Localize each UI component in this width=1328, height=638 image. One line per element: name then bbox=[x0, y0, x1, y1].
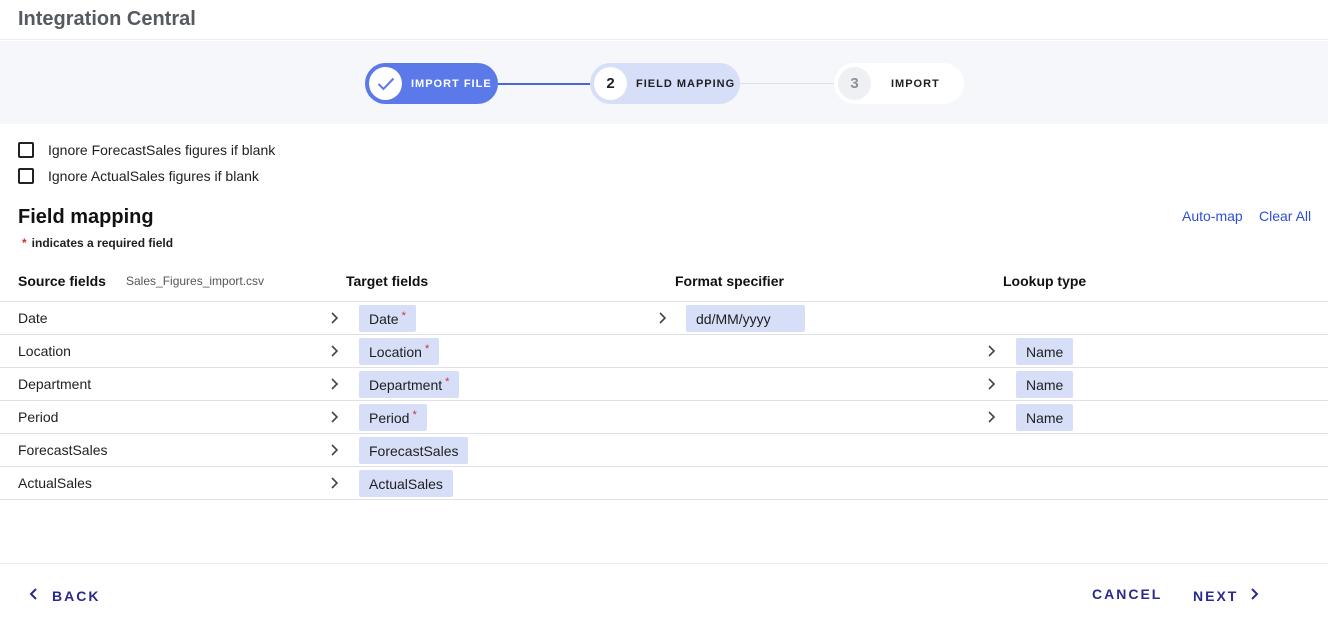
required-note: * indicates a required field bbox=[22, 236, 173, 250]
chevron-right-icon[interactable] bbox=[330, 475, 344, 491]
required-star: * bbox=[445, 375, 450, 388]
mapping-table: Date Date * dd/MM/yyyy Location Location *… bbox=[0, 301, 1328, 500]
format-specifier-value: dd/MM/yyyy bbox=[696, 310, 771, 327]
lookup-type-value: Name bbox=[1026, 343, 1064, 360]
source-field: Location bbox=[18, 343, 71, 359]
required-star: * bbox=[401, 309, 406, 322]
column-header-source: Source fields bbox=[18, 273, 106, 289]
table-row: Period Period * Name bbox=[0, 400, 1328, 433]
stepper: IMPORT FILE 2 FIELD MAPPING 3 IMPORT bbox=[0, 41, 1328, 124]
target-field-chip[interactable]: Date * bbox=[359, 305, 416, 332]
target-field-label: Department bbox=[369, 376, 443, 393]
option-label: Ignore ForecastSales figures if blank bbox=[48, 142, 276, 158]
table-row: Department Department * Name bbox=[0, 367, 1328, 400]
source-field: Department bbox=[18, 376, 92, 392]
table-row: Date Date * dd/MM/yyyy bbox=[0, 301, 1328, 334]
target-field-chip[interactable]: Period * bbox=[359, 404, 427, 431]
footer-divider bbox=[0, 563, 1328, 564]
target-field-label: Date bbox=[369, 310, 399, 327]
checkmark-icon bbox=[369, 67, 402, 100]
chevron-right-icon[interactable] bbox=[987, 409, 1001, 425]
column-header-format: Format specifier bbox=[675, 273, 784, 289]
chevron-right-icon[interactable] bbox=[330, 409, 344, 425]
step-field-mapping[interactable]: 2 FIELD MAPPING bbox=[590, 63, 740, 104]
table-row: Location Location * Name bbox=[0, 334, 1328, 367]
back-button[interactable]: BACK bbox=[28, 586, 100, 605]
option-label: Ignore ActualSales figures if blank bbox=[48, 168, 259, 184]
option-ignore-forecast[interactable]: Ignore ForecastSales figures if blank bbox=[18, 142, 275, 158]
target-field-label: ActualSales bbox=[369, 475, 443, 492]
target-field-chip[interactable]: ForecastSales bbox=[359, 437, 469, 464]
required-star: * bbox=[412, 408, 417, 421]
clear-all-link[interactable]: Clear All bbox=[1259, 208, 1311, 224]
app-title: Integration Central bbox=[18, 8, 196, 30]
option-ignore-actual[interactable]: Ignore ActualSales figures if blank bbox=[18, 168, 259, 184]
next-label: NEXT bbox=[1193, 587, 1239, 604]
target-field-chip[interactable]: Department * bbox=[359, 371, 460, 398]
table-row: ActualSales ActualSales bbox=[0, 466, 1328, 500]
step-connector-pending bbox=[740, 83, 834, 84]
lookup-type-chip[interactable]: Name bbox=[1016, 338, 1074, 365]
lookup-type-chip[interactable]: Name bbox=[1016, 371, 1074, 398]
step-connector-complete bbox=[498, 83, 590, 85]
source-field: ActualSales bbox=[18, 475, 92, 491]
column-header-target: Target fields bbox=[346, 273, 429, 289]
chevron-right-icon[interactable] bbox=[987, 376, 1001, 392]
format-specifier-chip[interactable]: dd/MM/yyyy bbox=[686, 305, 805, 332]
source-field: Period bbox=[18, 409, 59, 425]
cancel-button[interactable]: CANCEL bbox=[1092, 586, 1162, 602]
lookup-type-value: Name bbox=[1026, 409, 1064, 426]
chevron-right-icon bbox=[1250, 586, 1260, 605]
chevron-right-icon[interactable] bbox=[330, 343, 344, 359]
lookup-type-chip[interactable]: Name bbox=[1016, 404, 1074, 431]
step-label: IMPORT FILE bbox=[411, 77, 492, 90]
step-import[interactable]: 3 IMPORT bbox=[834, 63, 964, 104]
chevron-right-icon[interactable] bbox=[658, 310, 672, 326]
chevron-right-icon[interactable] bbox=[330, 442, 344, 458]
source-file-name: Sales_Figures_import.csv bbox=[126, 274, 265, 288]
step-label: IMPORT bbox=[891, 77, 940, 90]
chevron-left-icon bbox=[28, 586, 38, 605]
section-title: Field mapping bbox=[18, 206, 154, 228]
source-field: ForecastSales bbox=[18, 442, 108, 458]
auto-map-link[interactable]: Auto-map bbox=[1182, 208, 1243, 224]
source-field: Date bbox=[18, 310, 48, 326]
required-note-text: indicates a required field bbox=[31, 236, 174, 250]
lookup-type-value: Name bbox=[1026, 376, 1064, 393]
target-field-label: Location bbox=[369, 343, 422, 360]
step-label: FIELD MAPPING bbox=[636, 77, 736, 90]
chevron-right-icon[interactable] bbox=[987, 343, 1001, 359]
chevron-right-icon[interactable] bbox=[330, 310, 344, 326]
required-star: * bbox=[424, 342, 430, 355]
ignore-actual-checkbox[interactable] bbox=[18, 168, 34, 184]
next-button[interactable]: NEXT bbox=[1193, 586, 1260, 605]
required-star: * bbox=[22, 236, 27, 250]
step-import-file[interactable]: IMPORT FILE bbox=[365, 63, 498, 104]
target-field-label: ForecastSales bbox=[369, 442, 459, 459]
target-field-label: Period bbox=[369, 409, 410, 426]
table-row: ForecastSales ForecastSales bbox=[0, 433, 1328, 466]
app-header: Integration Central bbox=[0, 0, 1328, 40]
target-field-chip[interactable]: Location * bbox=[359, 338, 440, 365]
target-field-chip[interactable]: ActualSales bbox=[359, 470, 453, 497]
back-label: BACK bbox=[52, 587, 101, 604]
column-header-lookup: Lookup type bbox=[1003, 273, 1087, 289]
chevron-right-icon[interactable] bbox=[330, 376, 344, 392]
ignore-forecast-checkbox[interactable] bbox=[18, 142, 34, 158]
step-number: 3 bbox=[838, 67, 871, 100]
step-number: 2 bbox=[594, 67, 627, 100]
